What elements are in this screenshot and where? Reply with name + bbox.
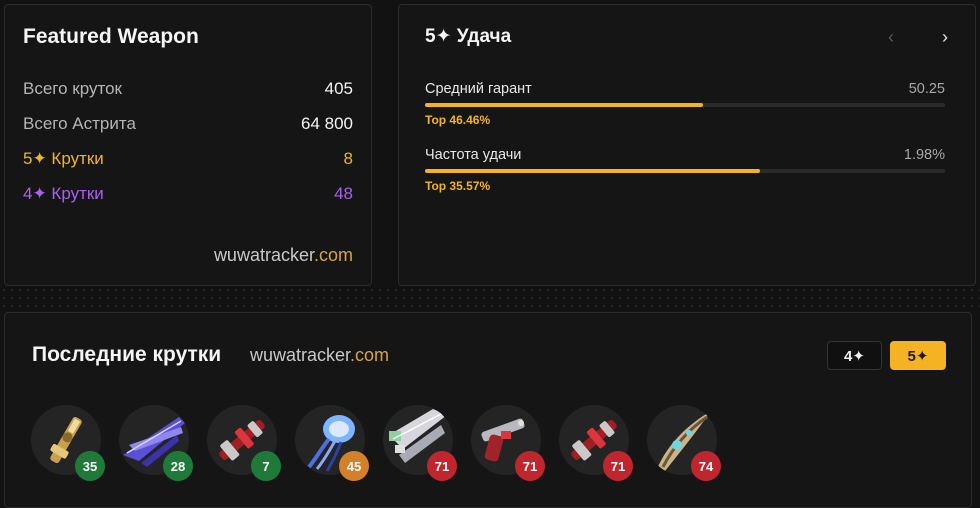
pity-count-badge: 71	[515, 451, 545, 481]
panel-title: Featured Weapon	[23, 25, 199, 48]
metric-average-pity: Средний гарант 50.25 Top 46.46%	[425, 81, 945, 127]
pull-item[interactable]: 28	[119, 405, 193, 481]
progress-bar	[425, 103, 945, 107]
metric-value: 50.25	[908, 81, 945, 97]
panel-title: 5✦ Удача	[425, 26, 512, 47]
pity-count-badge: 7	[251, 451, 281, 481]
metric-label: Частота удачи	[425, 147, 522, 163]
pity-count-badge: 28	[163, 451, 193, 481]
chevron-right-icon[interactable]: ›	[935, 27, 955, 47]
brand-watermark: wuwatracker.com	[250, 345, 389, 366]
stat-row-5star-pulls: 5✦ Крутки 8	[23, 147, 353, 171]
stat-value: 64 800	[301, 114, 353, 133]
progress-fill	[425, 103, 704, 107]
pull-item[interactable]: 45	[295, 405, 369, 481]
pull-item[interactable]: 71	[559, 405, 633, 481]
pity-count-badge: 71	[427, 451, 457, 481]
stat-row-4star-pulls: 4✦ Крутки 48	[23, 182, 353, 206]
brand-tld: .com	[350, 345, 390, 365]
metric-label: Средний гарант	[425, 81, 532, 97]
stat-row-total-astrite: Всего Астрита 64 800	[23, 112, 353, 136]
stat-label: Всего круток	[23, 79, 122, 98]
panel-title: Последние крутки	[32, 343, 222, 366]
chevron-left-icon[interactable]: ‹	[881, 27, 901, 47]
stat-label: Всего Астрита	[23, 114, 136, 133]
progress-bar	[425, 169, 945, 173]
pull-item[interactable]: 71	[471, 405, 545, 481]
pity-count-badge: 45	[339, 451, 369, 481]
featured-weapon-panel: Featured Weapon Всего круток 405 Всего А…	[4, 4, 372, 286]
stat-value: 48	[334, 184, 353, 203]
dotted-divider	[0, 286, 980, 312]
stat-value: 8	[343, 149, 353, 168]
pull-item[interactable]: 35	[31, 405, 105, 481]
metric-luck-rate: Частота удачи 1.98% Top 35.57%	[425, 147, 945, 193]
pity-count-badge: 74	[691, 451, 721, 481]
brand-name: wuwatracker	[213, 245, 314, 265]
pity-count-badge: 71	[603, 451, 633, 481]
pull-item[interactable]: 74	[647, 405, 721, 481]
luck-panel: 5✦ Удача ‹ › Средний гарант 50.25 Top 46…	[398, 4, 976, 286]
stat-label: 5✦ Крутки	[23, 149, 104, 168]
metric-rank: Top 35.57%	[425, 179, 491, 193]
pull-item[interactable]: 7	[207, 405, 281, 481]
filter-4star-button[interactable]: 4✦	[827, 341, 882, 370]
metric-rank: Top 46.46%	[425, 113, 491, 127]
pull-item[interactable]: 71	[383, 405, 457, 481]
brand-name: wuwatracker	[250, 345, 351, 365]
metric-value: 1.98%	[903, 147, 945, 163]
filter-5star-button[interactable]: 5✦	[890, 341, 946, 370]
pity-count-badge: 35	[75, 451, 105, 481]
stat-row-total-pulls: Всего круток 405	[23, 77, 353, 101]
brand-tld: .com	[313, 245, 353, 265]
progress-fill	[425, 169, 760, 173]
stat-value: 405	[324, 79, 353, 98]
recent-pulls-panel: Последние крутки wuwatracker.com 4✦ 5✦ 3…	[4, 312, 972, 508]
stat-label: 4✦ Крутки	[23, 184, 104, 203]
brand-watermark: wuwatracker.com	[214, 245, 353, 266]
